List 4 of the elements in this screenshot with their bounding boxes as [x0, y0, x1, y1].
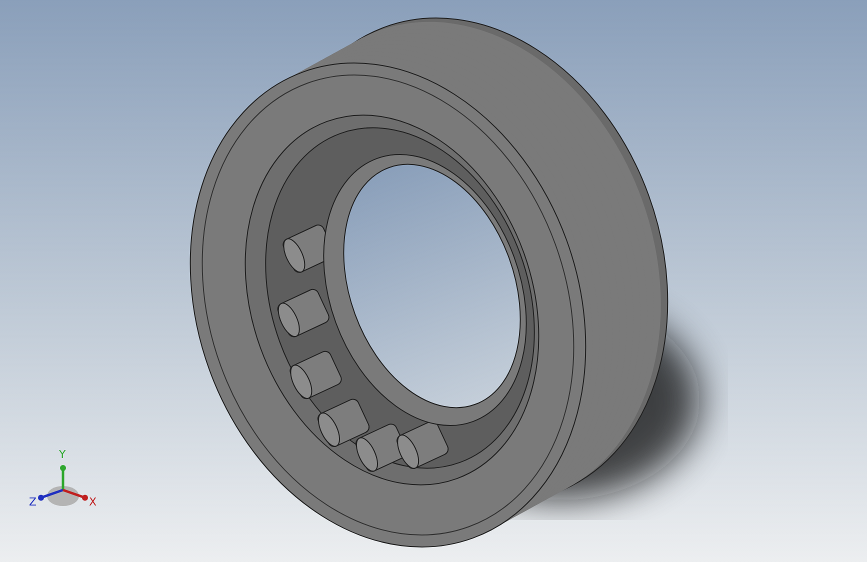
triad-base: [47, 486, 79, 506]
axis-label: Z: [29, 496, 37, 508]
axis-label: Y: [59, 448, 66, 461]
axis-label: X: [89, 496, 97, 508]
